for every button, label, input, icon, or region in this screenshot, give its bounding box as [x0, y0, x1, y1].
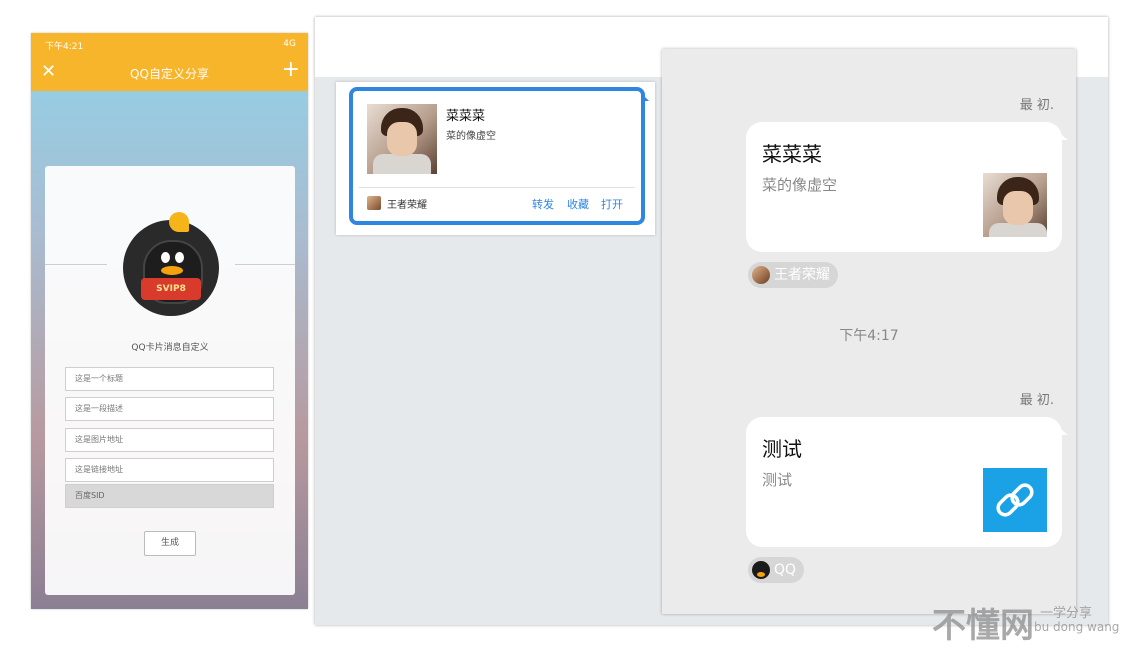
message-card-2[interactable]: 测试 测试 — [746, 417, 1068, 547]
card-tail — [643, 95, 649, 101]
chat-timestamp: 下午4:17 — [839, 328, 899, 344]
app-bar: ✕ QQ自定义分享 + — [31, 55, 308, 91]
link-url-input[interactable]: 这是链接地址 — [65, 458, 274, 482]
sender-name: 最 初. — [1019, 98, 1054, 113]
app-title: QQ自定义分享 — [130, 67, 209, 81]
message-1-source-label: 王者荣耀 — [774, 267, 830, 283]
message-1-title: 菜菜菜 — [762, 142, 822, 166]
message-card-1[interactable]: 菜菜菜 菜的像虚空 — [746, 122, 1068, 252]
card-source: 王者荣耀 — [387, 200, 427, 211]
message-2-source-label: QQ — [774, 562, 797, 578]
watermark-pinyin: bu dong wang — [1034, 620, 1120, 634]
status-bar: 下午4:21 4G — [31, 33, 308, 55]
logo-crest — [169, 212, 189, 232]
watermark-tag: 一学分享 — [1040, 606, 1093, 621]
title-input[interactable]: 这是一个标题 — [65, 367, 274, 391]
card-preview[interactable]: 菜菜菜 菜的像虚空 王者荣耀 转发 收藏 打开 — [349, 87, 649, 225]
qq-svip-logo: SVIP8 — [123, 212, 219, 316]
status-signal: 4G — [283, 39, 296, 49]
phone-screen: 下午4:21 4G ✕ QQ自定义分享 + SVIP8 QQ卡片消息自定义 这是… — [31, 33, 308, 609]
card-title: 菜菜菜 — [446, 109, 486, 124]
card-photo — [367, 104, 437, 174]
status-time: 下午4:21 — [45, 42, 84, 52]
generate-button[interactable]: 生成 — [144, 531, 196, 556]
message-2-desc: 测试 — [762, 471, 793, 489]
logo-beak — [161, 266, 183, 275]
chat-panel: 最 初. 菜菜菜 菜的像虚空 王者荣耀 下午4:17 最 初. 测试 测试 QQ — [662, 49, 1076, 614]
card-desc: 菜的像虚空 — [446, 131, 496, 142]
message-1-desc: 菜的像虚空 — [762, 176, 838, 194]
logo-eye-right — [175, 252, 184, 263]
logo-eye-left — [161, 252, 170, 263]
form-subtitle: QQ卡片消息自定义 — [131, 343, 209, 353]
source-app-icon — [367, 196, 381, 210]
forward-link[interactable]: 转发 — [532, 196, 554, 212]
form-card: SVIP8 QQ卡片消息自定义 这是一个标题 这是一段描述 这是图片地址 这是链… — [45, 166, 295, 595]
description-input[interactable]: 这是一段描述 — [65, 397, 274, 421]
divider-left — [45, 264, 107, 265]
message-2-source[interactable]: QQ — [748, 557, 805, 583]
plus-icon[interactable]: + — [282, 57, 300, 82]
divider-right — [235, 264, 295, 265]
message-1-thumbnail — [983, 173, 1047, 237]
collect-link[interactable]: 收藏 — [567, 196, 589, 212]
image-url-input[interactable]: 这是图片地址 — [65, 428, 274, 452]
message-2-title: 测试 — [762, 437, 802, 461]
message-1-source[interactable]: 王者荣耀 — [748, 262, 838, 288]
qq-penguin-icon — [752, 561, 770, 579]
baidu-sid-input[interactable]: 百度SID — [65, 484, 274, 508]
open-link[interactable]: 打开 — [601, 196, 623, 212]
link-icon — [983, 468, 1047, 532]
game-avatar-icon — [752, 266, 770, 284]
sender-name-2: 最 初. — [1019, 393, 1054, 408]
card-divider — [359, 187, 635, 188]
watermark-logo: 不懂网 — [932, 606, 1034, 646]
logo-text: SVIP8 — [141, 278, 201, 300]
